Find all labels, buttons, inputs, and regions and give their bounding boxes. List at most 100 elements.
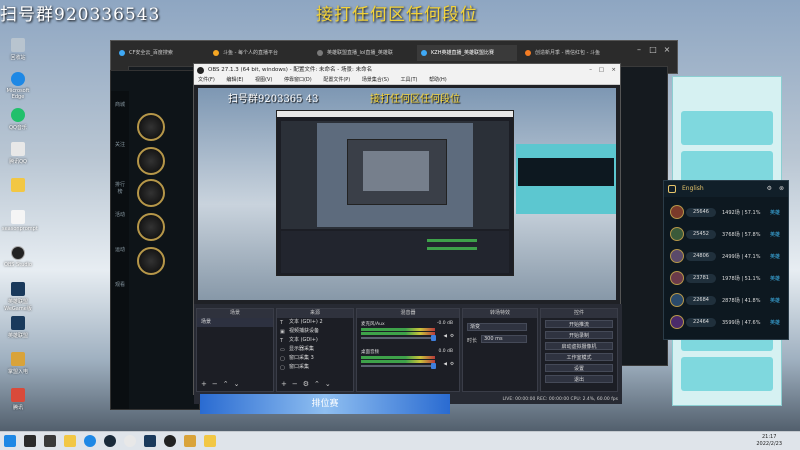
source-item[interactable]: ▢ 窗口采集: [277, 363, 353, 372]
move-up-icon[interactable]: ⌃: [223, 380, 229, 388]
lane-support-icon[interactable]: [137, 179, 165, 207]
history-row[interactable]: 22464 3599场 | 47.6% 英雄: [668, 313, 784, 333]
history-link[interactable]: 英雄: [770, 253, 780, 260]
volume-fader[interactable]: [361, 337, 435, 339]
qq-icon[interactable]: [124, 435, 136, 447]
browser-tab[interactable]: CF安全云_百度搜索: [115, 45, 205, 61]
app-icon[interactable]: [184, 435, 196, 447]
taskbar-clock[interactable]: 21:17 2022/2/23: [756, 434, 782, 448]
desktop-icon-obs[interactable]: OBS Studio: [2, 246, 34, 268]
menu-profile[interactable]: 配置文件(P): [323, 77, 350, 83]
edge-icon[interactable]: [84, 435, 96, 447]
lol-icon[interactable]: [144, 435, 156, 447]
menu-scene-collection[interactable]: 场景集合(S): [362, 77, 389, 83]
obs-icon[interactable]: [164, 435, 176, 447]
task-view-icon[interactable]: [44, 435, 56, 447]
volume-fader[interactable]: [361, 365, 435, 367]
browser-tab[interactable]: 创造新月季 - 微信红包 - 斗鱼: [521, 45, 621, 61]
transition-select[interactable]: 渐变: [467, 323, 527, 331]
menu-help[interactable]: 帮助(H): [429, 77, 447, 83]
menu-file[interactable]: 文件(F): [198, 77, 215, 83]
close-icon[interactable]: ×: [661, 45, 673, 55]
start-streaming-button[interactable]: 开始推流: [545, 320, 613, 328]
gear-icon[interactable]: ⚙: [450, 334, 454, 339]
close-icon[interactable]: ⊗: [779, 181, 784, 197]
move-up-icon[interactable]: ⌃: [314, 380, 320, 388]
source-item[interactable]: ▭ 显示器采集: [277, 345, 353, 354]
desktop-icon-lol-wegame[interactable]: 英雄联盟 WeGame版: [2, 282, 34, 312]
volume-fader-knob[interactable]: [431, 363, 436, 369]
client-nav-item[interactable]: 排行榜: [113, 181, 127, 195]
source-item[interactable]: ▣ 视频捕获设备: [277, 327, 353, 336]
history-row[interactable]: 24806 2499场 | 47.1% 英雄: [668, 247, 784, 267]
menu-edit[interactable]: 编辑(E): [226, 77, 243, 83]
add-icon[interactable]: +: [281, 380, 287, 388]
add-icon[interactable]: +: [201, 380, 207, 388]
history-link[interactable]: 英雄: [770, 319, 780, 326]
menu-docks[interactable]: 停靠窗口(D): [284, 77, 312, 83]
menu-view[interactable]: 视图(V): [255, 77, 272, 83]
settings-button[interactable]: 设置: [545, 364, 613, 372]
duration-input[interactable]: 300 ms: [481, 335, 527, 343]
speaker-icon[interactable]: ◀: [444, 334, 447, 339]
settings-icon[interactable]: ⚙: [767, 181, 772, 197]
browser-tab-active[interactable]: KZH英雄直播_英雄联盟比赛: [417, 45, 517, 61]
start-icon[interactable]: [4, 435, 16, 447]
lane-mid-icon[interactable]: [137, 147, 165, 175]
desktop-icon-recycle-bin[interactable]: 回收站: [2, 38, 34, 61]
cyan-card[interactable]: [681, 357, 773, 391]
volume-fader-knob[interactable]: [431, 335, 436, 341]
history-row[interactable]: 25646 1492场 | 57.1% 英雄: [668, 203, 784, 223]
minimize-icon[interactable]: –: [589, 64, 592, 76]
close-icon[interactable]: ×: [611, 64, 616, 76]
start-recording-button[interactable]: 开始录制: [545, 331, 613, 339]
move-down-icon[interactable]: ⌄: [234, 380, 240, 388]
client-nav-item[interactable]: 观看: [113, 281, 127, 288]
desktop-icon-lol[interactable]: 英雄联盟: [2, 316, 34, 339]
source-item[interactable]: ▢ 窗口采集 3: [277, 354, 353, 363]
start-virtual-camera-button[interactable]: 启动虚拟摄像机: [545, 342, 613, 350]
source-item[interactable]: T 文本 (GDI+): [277, 336, 353, 345]
lane-jungle-icon[interactable]: [137, 113, 165, 141]
folder-icon[interactable]: [204, 435, 216, 447]
history-link[interactable]: 英雄: [770, 275, 780, 282]
browser-tab[interactable]: 斗鱼 - 每个人的直播平台: [209, 45, 309, 61]
client-nav-item[interactable]: 关注: [113, 141, 127, 148]
maximize-icon[interactable]: □: [647, 45, 659, 55]
history-row[interactable]: 25452 3768场 | 57.8% 英雄: [668, 225, 784, 245]
gear-icon[interactable]: ⚙: [303, 380, 309, 388]
lane-top-icon[interactable]: [137, 247, 165, 275]
maximize-icon[interactable]: □: [599, 64, 604, 76]
history-row[interactable]: 23781 1978场 | 51.1% 英雄: [668, 269, 784, 289]
history-link[interactable]: 英雄: [770, 297, 780, 304]
cyan-card[interactable]: [681, 111, 773, 145]
remove-icon[interactable]: −: [212, 380, 218, 388]
menu-tools[interactable]: 工具(T): [401, 77, 418, 83]
desktop-icon-qq[interactable]: 腾讯QQ: [2, 142, 34, 165]
minimize-icon[interactable]: –: [633, 45, 645, 55]
history-row[interactable]: 22684 2878场 | 41.8% 英雄: [668, 291, 784, 311]
desktop-icon-folder[interactable]: [2, 178, 34, 194]
history-link[interactable]: 英雄: [770, 209, 780, 216]
browser-tab[interactable]: 英雄联盟直播_lol直播_英雄联: [313, 45, 413, 61]
gear-icon[interactable]: ⚙: [450, 362, 454, 367]
desktop-icon-edge[interactable]: Microsoft Edge: [2, 72, 34, 100]
steam-icon[interactable]: [104, 435, 116, 447]
client-nav-item[interactable]: 商城: [113, 101, 127, 108]
source-item[interactable]: T 文本 (GDI+) 2: [277, 318, 353, 327]
move-down-icon[interactable]: ⌄: [325, 380, 331, 388]
scene-item[interactable]: 场景: [197, 318, 273, 327]
client-nav-item[interactable]: 活动: [113, 211, 127, 218]
explorer-icon[interactable]: [64, 435, 76, 447]
desktop-icon-file[interactable]: seasonprompt: [2, 210, 38, 232]
desktop-icon-app[interactable]: 掌盟入电: [2, 352, 34, 375]
search-icon[interactable]: [24, 435, 36, 447]
lane-bot-icon[interactable]: [137, 213, 165, 241]
history-link[interactable]: 英雄: [770, 231, 780, 238]
studio-mode-button[interactable]: 工作室模式: [545, 353, 613, 361]
client-nav-item[interactable]: 运动: [113, 246, 127, 253]
obs-preview[interactable]: 扫号群9203365 43 接打任何区任何段位: [198, 88, 616, 300]
exit-button[interactable]: 退出: [545, 375, 613, 383]
speaker-icon[interactable]: ◀: [444, 362, 447, 367]
desktop-icon-qq-music[interactable]: QQ音乐: [2, 108, 34, 131]
